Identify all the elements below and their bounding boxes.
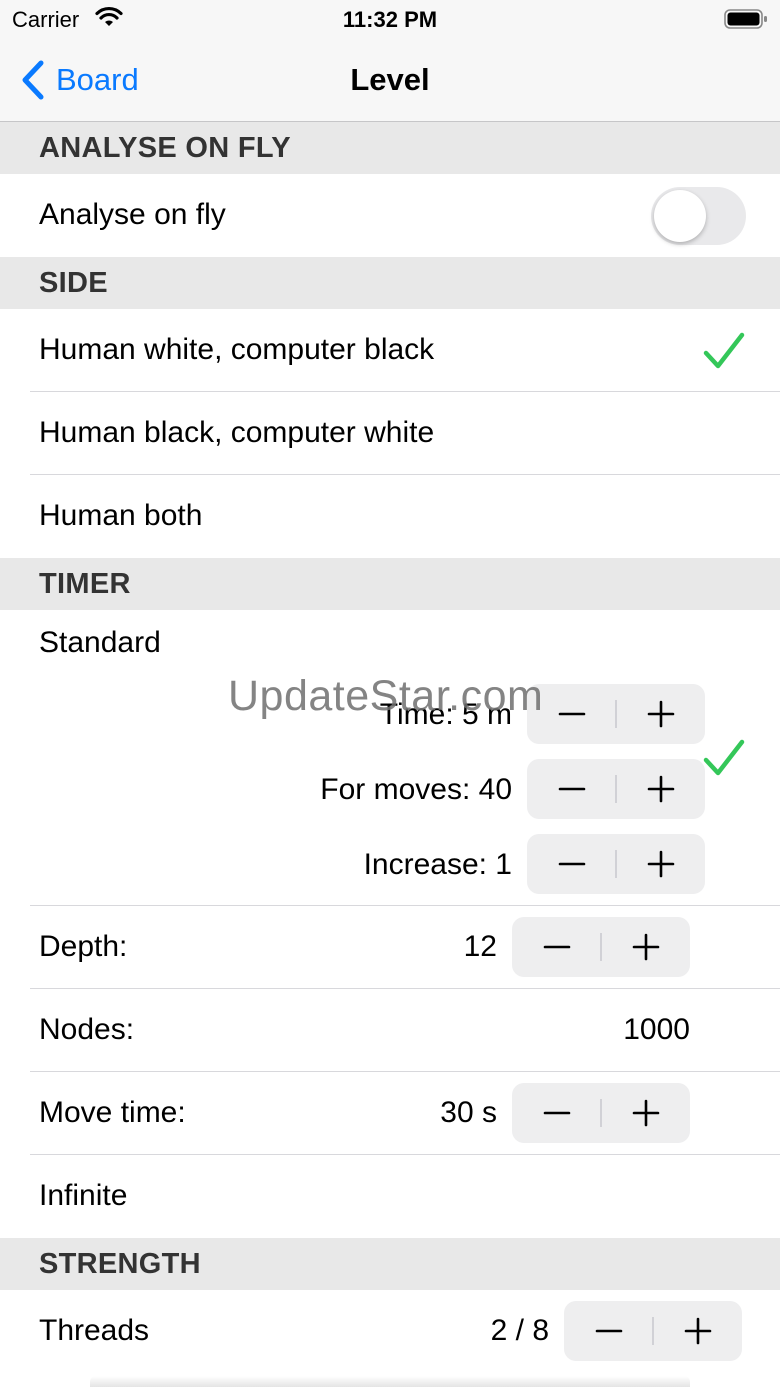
plus-icon — [647, 700, 674, 728]
threads-label: Threads — [39, 1314, 150, 1347]
depth-stepper[interactable] — [512, 917, 690, 977]
for-moves-decrement-button[interactable] — [527, 759, 616, 819]
section-header-analyse: ANALYSE ON FLY — [0, 122, 780, 174]
bottom-edge-shadow — [90, 1376, 690, 1387]
plus-icon — [632, 1099, 659, 1127]
minus-icon — [543, 1111, 570, 1115]
timer-depth-row[interactable]: Depth: 12 — [0, 906, 780, 989]
plus-icon — [632, 933, 659, 961]
plus-icon — [647, 775, 674, 803]
infinite-label: Infinite — [39, 1179, 128, 1212]
minus-icon — [558, 862, 585, 866]
timer-standard-label: Standard — [39, 626, 161, 659]
side-option-human-both[interactable]: Human both — [0, 475, 780, 558]
depth-value: 12 — [463, 930, 497, 963]
for-moves-stepper[interactable] — [527, 759, 705, 819]
side-option-human-white[interactable]: Human white, computer black — [0, 309, 780, 392]
timer-standard-row[interactable]: Standard Time: 5 m For moves: 40 Increas… — [0, 610, 780, 906]
increase-value: Increase: 1 — [363, 848, 512, 881]
section-header-side: SIDE — [0, 257, 780, 309]
section-header-label: TIMER — [39, 568, 131, 600]
move-time-label: Move time: — [39, 1096, 186, 1129]
analyse-on-fly-row: Analyse on fly — [0, 174, 780, 257]
side-option-human-black[interactable]: Human black, computer white — [0, 392, 780, 475]
status-bar: Carrier 11:32 PM — [0, 0, 780, 40]
threads-row: Threads 2 / 8 — [0, 1290, 780, 1373]
plus-icon — [647, 850, 674, 878]
threads-stepper[interactable] — [564, 1301, 742, 1361]
section-header-timer: TIMER — [0, 558, 780, 610]
threads-decrement-button[interactable] — [564, 1301, 653, 1361]
minus-icon — [543, 945, 570, 949]
time-increment-button[interactable] — [616, 684, 705, 744]
timer-nodes-row[interactable]: Nodes: 1000 — [0, 989, 780, 1072]
navigation-bar: Board Level — [0, 40, 780, 122]
increase-decrement-button[interactable] — [527, 834, 616, 894]
move-time-stepper[interactable] — [512, 1083, 690, 1143]
page-title: Level — [350, 62, 430, 97]
watermark-text: UpdateStar.com — [228, 672, 544, 720]
battery-icon — [724, 9, 767, 29]
status-time: 11:32 PM — [342, 7, 438, 32]
depth-label: Depth: — [39, 930, 128, 963]
move-time-value: 30 s — [440, 1096, 497, 1129]
for-moves-increment-button[interactable] — [616, 759, 705, 819]
depth-increment-button[interactable] — [601, 917, 690, 977]
section-header-label: SIDE — [39, 267, 108, 299]
section-header-label: ANALYSE ON FLY — [39, 132, 291, 164]
depth-decrement-button[interactable] — [512, 917, 601, 977]
side-option-label: Human black, computer white — [39, 416, 435, 449]
side-option-label: Human both — [39, 499, 203, 532]
threads-increment-button[interactable] — [653, 1301, 742, 1361]
side-option-label: Human white, computer black — [39, 333, 435, 366]
timer-infinite-row[interactable]: Infinite — [0, 1155, 780, 1238]
section-header-label: STRENGTH — [39, 1248, 201, 1280]
analyse-on-fly-toggle[interactable] — [651, 187, 746, 245]
minus-icon — [595, 1329, 622, 1333]
threads-value: 2 / 8 — [490, 1314, 549, 1347]
section-header-strength: STRENGTH — [0, 1238, 780, 1290]
increase-stepper[interactable] — [527, 834, 705, 894]
nodes-value: 1000 — [623, 1013, 690, 1046]
time-stepper[interactable] — [527, 684, 705, 744]
checkmark-icon — [703, 739, 745, 776]
for-moves-value: For moves: 40 — [320, 773, 512, 806]
nodes-label: Nodes: — [39, 1013, 135, 1046]
minus-icon — [558, 712, 585, 716]
increase-increment-button[interactable] — [616, 834, 705, 894]
toggle-knob — [654, 190, 706, 242]
timer-move-time-row[interactable]: Move time: 30 s — [0, 1072, 780, 1155]
analyse-on-fly-label: Analyse on fly — [39, 198, 226, 231]
move-time-decrement-button[interactable] — [512, 1083, 601, 1143]
checkmark-icon — [703, 332, 745, 369]
plus-icon — [684, 1317, 711, 1345]
minus-icon — [558, 787, 585, 791]
move-time-increment-button[interactable] — [601, 1083, 690, 1143]
